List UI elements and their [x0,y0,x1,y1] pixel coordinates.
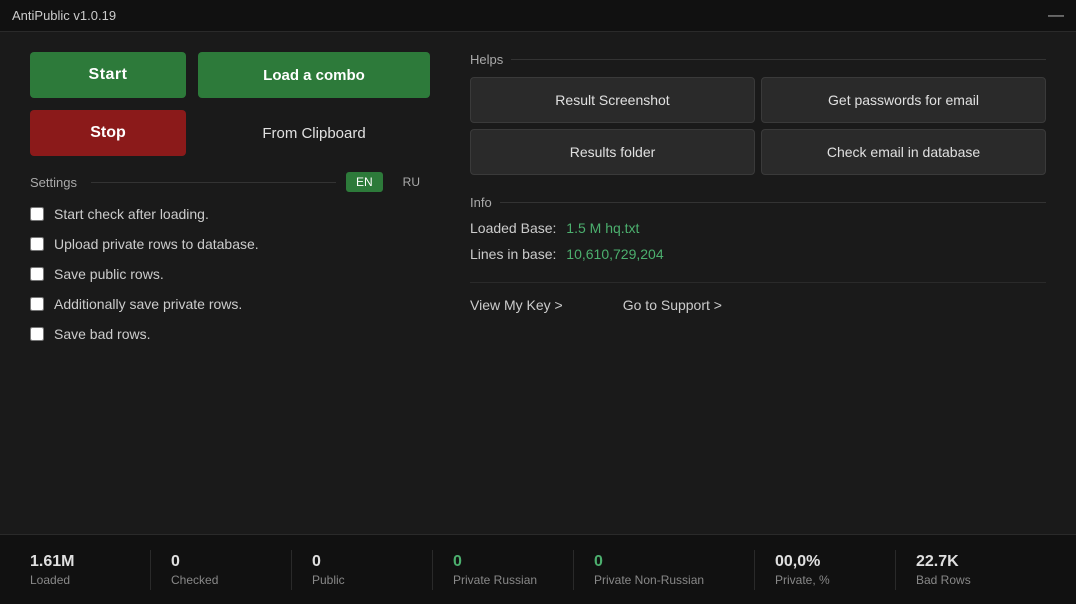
app-title: AntiPublic v1.0.19 [12,8,116,23]
settings-label: Settings [30,175,77,190]
checkbox-save-public[interactable] [30,267,44,281]
stat-private-pct-value: 00,0% [775,553,820,571]
main-container: Start Load a combo Stop From Clipboard S… [0,32,1076,534]
stat-loaded-label: Loaded [30,573,70,587]
info-header: Info [470,195,1046,210]
view-my-key-button[interactable]: View My Key > [470,297,563,313]
checkbox-list: Start check after loading. Upload privat… [30,206,430,342]
lines-in-base-label: Lines in base: [470,246,556,262]
stat-private-pct-label: Private, % [775,573,830,587]
checkbox-label: Additionally save private rows. [54,296,242,312]
stat-divider [150,550,151,590]
stat-bad-rows-value: 22.7K [916,553,959,571]
go-to-support-button[interactable]: Go to Support > [623,297,722,313]
stat-divider [573,550,574,590]
checkbox-label: Save public rows. [54,266,164,282]
stat-private-russian-label: Private Russian [453,573,537,587]
stop-button[interactable]: Stop [30,110,186,156]
statusbar: 1.61M Loaded 0 Checked 0 Public 0 Privat… [0,534,1076,604]
list-item[interactable]: Save bad rows. [30,326,430,342]
titlebar: AntiPublic v1.0.19 — [0,0,1076,32]
lang-en-button[interactable]: EN [346,172,383,192]
checkbox-upload-private[interactable] [30,237,44,251]
list-item[interactable]: Additionally save private rows. [30,296,430,312]
loaded-base-label: Loaded Base: [470,220,556,236]
stat-public-value: 0 [312,553,321,571]
result-screenshot-button[interactable]: Result Screenshot [470,77,755,123]
stat-divider [754,550,755,590]
stat-private-nonrussian-value: 0 [594,553,603,571]
stat-public-label: Public [312,573,345,587]
loaded-base-row: Loaded Base: 1.5 M hq.txt [470,220,1046,236]
stat-private-nonrussian-label: Private Non-Russian [594,573,704,587]
stat-checked-label: Checked [171,573,218,587]
loaded-base-value: 1.5 M hq.txt [566,220,639,236]
helps-header: Helps [470,52,1046,67]
checkbox-label: Start check after loading. [54,206,209,222]
links-row: View My Key > Go to Support > [470,297,1046,313]
lines-in-base-row: Lines in base: 10,610,729,204 [470,246,1046,262]
stat-divider [432,550,433,590]
list-item[interactable]: Upload private rows to database. [30,236,430,252]
minimize-icon: — [1048,7,1064,25]
get-passwords-button[interactable]: Get passwords for email [761,77,1046,123]
stat-private-pct: 00,0% Private, % [775,553,875,587]
settings-divider [91,182,336,183]
stat-bad-rows-label: Bad Rows [916,573,971,587]
second-button-row: Stop From Clipboard [30,110,430,156]
stat-loaded-value: 1.61M [30,553,74,571]
stat-private-russian: 0 Private Russian [453,553,553,587]
start-button[interactable]: Start [30,52,186,98]
load-combo-button[interactable]: Load a combo [198,52,430,98]
info-label: Info [470,195,492,210]
list-item[interactable]: Save public rows. [30,266,430,282]
stat-public: 0 Public [312,553,412,587]
checkbox-label: Save bad rows. [54,326,151,342]
list-item[interactable]: Start check after loading. [30,206,430,222]
settings-row: Settings EN RU [30,172,430,192]
helps-label: Helps [470,52,503,67]
info-divider [470,282,1046,283]
checkbox-save-bad[interactable] [30,327,44,341]
checkbox-label: Upload private rows to database. [54,236,259,252]
helps-grid: Result Screenshot Get passwords for emai… [470,77,1046,175]
stat-loaded: 1.61M Loaded [30,553,130,587]
clipboard-button[interactable]: From Clipboard [198,110,430,156]
stat-private-russian-value: 0 [453,553,462,571]
results-folder-button[interactable]: Results folder [470,129,755,175]
lang-ru-button[interactable]: RU [393,172,430,192]
stat-private-nonrussian: 0 Private Non-Russian [594,553,734,587]
lines-in-base-value: 10,610,729,204 [566,246,663,262]
stat-divider [291,550,292,590]
checkbox-start-check[interactable] [30,207,44,221]
stat-checked: 0 Checked [171,553,271,587]
window-controls: — [1048,7,1064,25]
stat-checked-value: 0 [171,553,180,571]
top-button-row: Start Load a combo [30,52,430,98]
right-panel: Helps Result Screenshot Get passwords fo… [470,52,1046,514]
check-email-button[interactable]: Check email in database [761,129,1046,175]
info-section: Info Loaded Base: 1.5 M hq.txt Lines in … [470,195,1046,262]
stat-divider [895,550,896,590]
checkbox-save-private-additionally[interactable] [30,297,44,311]
stat-bad-rows: 22.7K Bad Rows [916,553,1016,587]
left-panel: Start Load a combo Stop From Clipboard S… [30,52,430,514]
